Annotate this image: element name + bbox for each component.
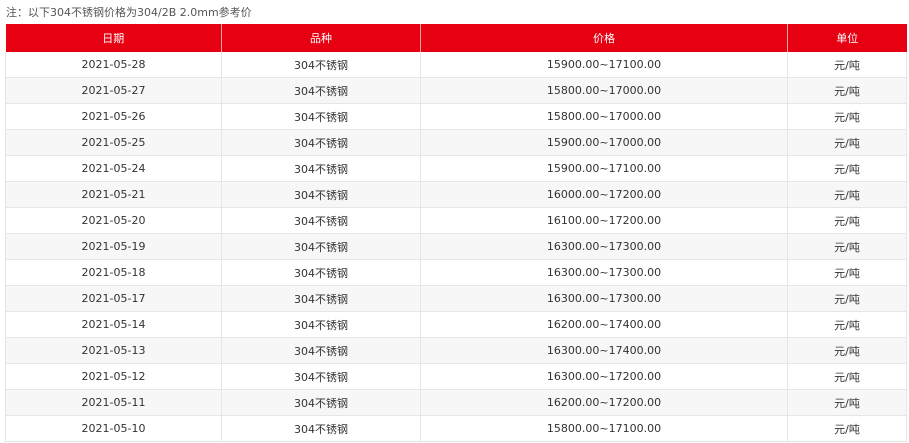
cell-unit: 元/吨 — [787, 337, 907, 364]
cell-date: 2021-05-27 — [5, 77, 222, 104]
table-row: 2021-05-13 304不锈钢 16300.00~17400.00 元/吨 — [5, 337, 907, 364]
cell-date: 2021-05-28 — [5, 52, 222, 78]
table-row: 2021-05-24 304不锈钢 15900.00~17100.00 元/吨 — [5, 155, 907, 182]
cell-unit: 元/吨 — [787, 415, 907, 442]
cell-price: 16300.00~17300.00 — [420, 259, 788, 286]
table-row: 2021-05-26 304不锈钢 15800.00~17000.00 元/吨 — [5, 103, 907, 130]
table-row: 2021-05-18 304不锈钢 16300.00~17300.00 元/吨 — [5, 259, 907, 286]
cell-price: 16200.00~17400.00 — [420, 311, 788, 338]
cell-variety: 304不锈钢 — [221, 52, 421, 78]
cell-unit: 元/吨 — [787, 77, 907, 104]
cell-date: 2021-05-26 — [5, 103, 222, 130]
cell-date: 2021-05-19 — [5, 233, 222, 260]
table-row: 2021-05-28 304不锈钢 15900.00~17100.00 元/吨 — [5, 52, 907, 78]
cell-unit: 元/吨 — [787, 311, 907, 338]
cell-unit: 元/吨 — [787, 129, 907, 156]
cell-unit: 元/吨 — [787, 155, 907, 182]
cell-price: 16300.00~17300.00 — [420, 285, 788, 312]
cell-unit: 元/吨 — [787, 52, 907, 78]
cell-unit: 元/吨 — [787, 207, 907, 234]
cell-price: 16300.00~17300.00 — [420, 233, 788, 260]
cell-date: 2021-05-10 — [5, 415, 222, 442]
header-variety: 品种 — [221, 24, 421, 52]
cell-unit: 元/吨 — [787, 181, 907, 208]
cell-date: 2021-05-13 — [5, 337, 222, 364]
table-row: 2021-05-20 304不锈钢 16100.00~17200.00 元/吨 — [5, 207, 907, 234]
cell-date: 2021-05-21 — [5, 181, 222, 208]
cell-date: 2021-05-20 — [5, 207, 222, 234]
cell-date: 2021-05-11 — [5, 389, 222, 416]
header-unit: 单位 — [787, 24, 907, 52]
cell-date: 2021-05-14 — [5, 311, 222, 338]
table-row: 2021-05-21 304不锈钢 16000.00~17200.00 元/吨 — [5, 181, 907, 208]
cell-variety: 304不锈钢 — [221, 233, 421, 260]
cell-variety: 304不锈钢 — [221, 285, 421, 312]
cell-date: 2021-05-25 — [5, 129, 222, 156]
table-row: 2021-05-10 304不锈钢 15800.00~17100.00 元/吨 — [5, 415, 907, 442]
table-row: 2021-05-17 304不锈钢 16300.00~17300.00 元/吨 — [5, 285, 907, 312]
cell-variety: 304不锈钢 — [221, 259, 421, 286]
cell-price: 16100.00~17200.00 — [420, 207, 788, 234]
header-date: 日期 — [5, 24, 222, 52]
cell-unit: 元/吨 — [787, 285, 907, 312]
cell-variety: 304不锈钢 — [221, 389, 421, 416]
cell-price: 16300.00~17200.00 — [420, 363, 788, 390]
cell-price: 15900.00~17000.00 — [420, 129, 788, 156]
cell-variety: 304不锈钢 — [221, 363, 421, 390]
cell-variety: 304不锈钢 — [221, 311, 421, 338]
cell-variety: 304不锈钢 — [221, 207, 421, 234]
cell-date: 2021-05-24 — [5, 155, 222, 182]
table-header-row: 日期 品种 价格 单位 — [5, 24, 907, 52]
cell-unit: 元/吨 — [787, 389, 907, 416]
table-row: 2021-05-11 304不锈钢 16200.00~17200.00 元/吨 — [5, 389, 907, 416]
cell-price: 16000.00~17200.00 — [420, 181, 788, 208]
cell-price: 16300.00~17400.00 — [420, 337, 788, 364]
table-row: 2021-05-25 304不锈钢 15900.00~17000.00 元/吨 — [5, 129, 907, 156]
cell-price: 15900.00~17100.00 — [420, 155, 788, 182]
cell-unit: 元/吨 — [787, 363, 907, 390]
cell-price: 15900.00~17100.00 — [420, 52, 788, 78]
price-note: 注：以下304不锈钢价格为304/2B 2.0mm参考价 — [6, 6, 252, 19]
cell-unit: 元/吨 — [787, 233, 907, 260]
cell-price: 16200.00~17200.00 — [420, 389, 788, 416]
cell-variety: 304不锈钢 — [221, 415, 421, 442]
table-row: 2021-05-27 304不锈钢 15800.00~17000.00 元/吨 — [5, 77, 907, 104]
cell-price: 15800.00~17100.00 — [420, 415, 788, 442]
header-price: 价格 — [420, 24, 788, 52]
cell-date: 2021-05-17 — [5, 285, 222, 312]
cell-variety: 304不锈钢 — [221, 155, 421, 182]
table-row: 2021-05-14 304不锈钢 16200.00~17400.00 元/吨 — [5, 311, 907, 338]
table-row: 2021-05-19 304不锈钢 16300.00~17300.00 元/吨 — [5, 233, 907, 260]
cell-variety: 304不锈钢 — [221, 129, 421, 156]
cell-variety: 304不锈钢 — [221, 77, 421, 104]
table-row: 2021-05-12 304不锈钢 16300.00~17200.00 元/吨 — [5, 363, 907, 390]
price-table: 日期 品种 价格 单位 2021-05-28 304不锈钢 15900.00~1… — [5, 24, 907, 442]
cell-unit: 元/吨 — [787, 103, 907, 130]
cell-unit: 元/吨 — [787, 259, 907, 286]
cell-variety: 304不锈钢 — [221, 103, 421, 130]
cell-variety: 304不锈钢 — [221, 337, 421, 364]
cell-date: 2021-05-18 — [5, 259, 222, 286]
cell-date: 2021-05-12 — [5, 363, 222, 390]
cell-price: 15800.00~17000.00 — [420, 103, 788, 130]
cell-variety: 304不锈钢 — [221, 181, 421, 208]
cell-price: 15800.00~17000.00 — [420, 77, 788, 104]
